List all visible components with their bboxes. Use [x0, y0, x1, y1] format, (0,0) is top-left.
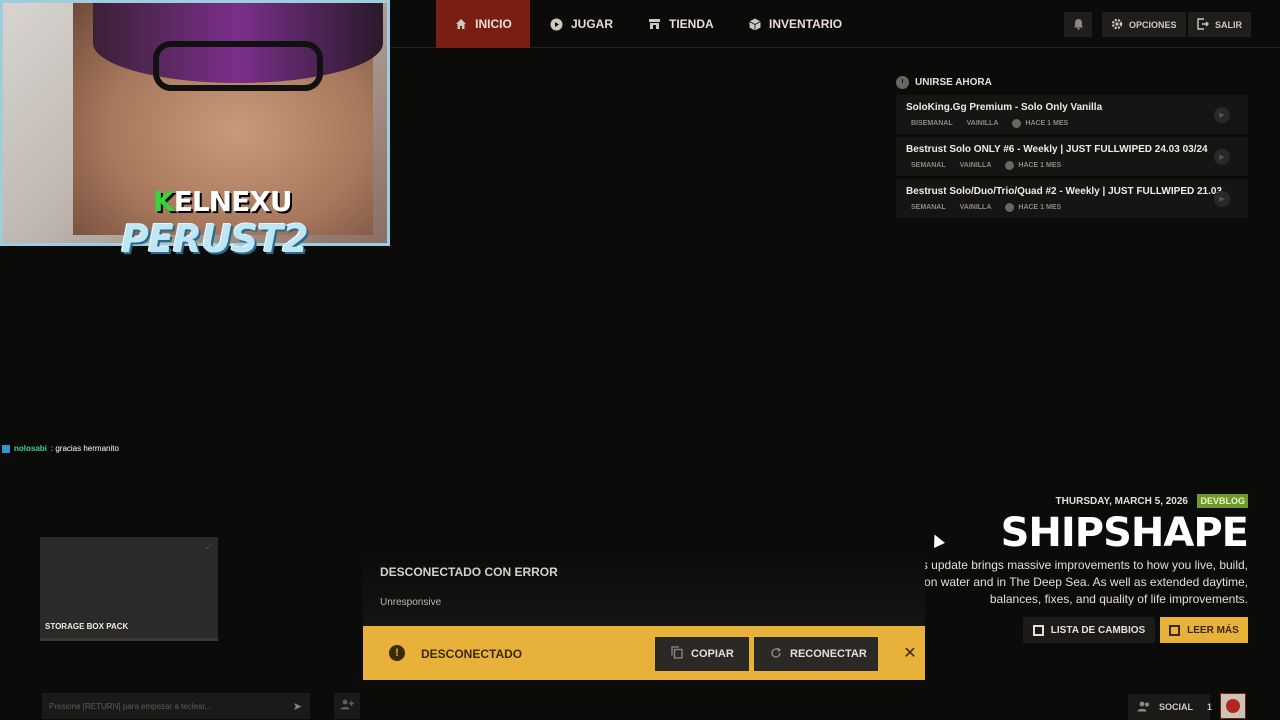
nav-label: TIENDA: [669, 17, 714, 31]
error-detail: Unresponsive: [380, 597, 442, 608]
devblog-badge: DEVBLOG: [1197, 494, 1248, 508]
social-label: SOCIAL: [1159, 702, 1194, 712]
error-title: DESCONECTADO CON ERROR: [380, 565, 558, 579]
devblog-date: THURSDAY, MARCH 5, 2026: [1055, 496, 1188, 507]
copy-icon: [671, 646, 683, 662]
server-mode: VAINILLA: [959, 204, 992, 211]
gear-icon: [1111, 18, 1123, 32]
add-friends-icon: [340, 699, 354, 713]
options-label: OPCIONES: [1129, 19, 1177, 30]
play-server-icon[interactable]: ▶: [1214, 149, 1230, 165]
read-more-button[interactable]: LEER MÁS: [1160, 617, 1248, 643]
exit-label: SALIR: [1215, 19, 1242, 30]
clock-icon: [1012, 119, 1022, 128]
server-meta: SEMANAL VAINILLA HACE 1 MES: [911, 161, 1061, 170]
server-name: Bestrust Solo/Duo/Trio/Quad #2 - Weekly …: [906, 186, 1223, 197]
nav-inventario[interactable]: INVENTARIO: [748, 0, 842, 48]
avatar[interactable]: [1220, 693, 1246, 719]
social-button[interactable]: SOCIAL 1: [1128, 694, 1213, 720]
read-more-label: LEER MÁS: [1187, 624, 1239, 636]
nav-tienda[interactable]: TIENDA: [648, 0, 714, 48]
streamer-glasses: [153, 41, 323, 91]
server-meta: BISEMANAL VAINILLA HACE 1 MES: [911, 119, 1068, 128]
social-count: 1: [1207, 702, 1213, 712]
devblog-title: SHIPSHAPE: [1000, 510, 1249, 556]
changelog-label: LISTA DE CAMBIOS: [1050, 624, 1146, 636]
server-frequency: SEMANAL: [911, 204, 946, 211]
server-row[interactable]: Bestrust Solo ONLY #6 - Weekly | JUST FU…: [896, 137, 1248, 176]
server-row[interactable]: Bestrust Solo/Duo/Trio/Quad #2 - Weekly …: [896, 179, 1248, 218]
box-icon: [748, 18, 761, 31]
error-panel: DESCONECTADO CON ERROR Unresponsive: [363, 550, 925, 626]
people-icon: [1137, 701, 1151, 714]
join-now-header: UNIRSE AHORA: [896, 76, 992, 89]
clock-icon: [1005, 161, 1015, 170]
options-button[interactable]: OPCIONES: [1102, 12, 1186, 37]
send-icon[interactable]: ➤: [293, 700, 302, 713]
copy-label: COPIAR: [691, 648, 734, 660]
close-icon[interactable]: ✕: [901, 643, 919, 662]
stream-logo-bottom: PERUST2: [121, 217, 309, 261]
webcam-overlay: KELNEXU PERUST2: [0, 0, 390, 261]
chat-badge-icon: [2, 444, 10, 453]
server-last-wipe: HACE 1 MES: [1012, 119, 1068, 128]
nav-label: JUGAR: [571, 17, 614, 31]
server-name: Bestrust Solo ONLY #6 - Weekly | JUST FU…: [906, 144, 1208, 155]
reconnect-button[interactable]: RECONECTAR: [754, 637, 878, 671]
store-icon: [648, 18, 661, 31]
server-row[interactable]: SoloKing.Gg Premium - Solo Only Vanilla …: [896, 95, 1248, 134]
alert-icon: !: [389, 645, 405, 661]
reconnect-label: RECONECTAR: [790, 648, 867, 660]
clock-icon: [896, 76, 909, 89]
mouse-cursor-icon: [929, 532, 945, 548]
copy-button[interactable]: COPIAR: [655, 637, 749, 671]
exit-button[interactable]: SALIR: [1188, 12, 1251, 37]
chat-input-bar: ➤: [42, 693, 310, 719]
play-icon: [550, 18, 563, 31]
home-icon: [454, 18, 467, 31]
server-mode: VAINILLA: [966, 120, 999, 127]
store-item-label: STORAGE BOX PACK: [45, 622, 129, 631]
server-mode: VAINILLA: [959, 162, 992, 169]
server-ago-text: HACE 1 MES: [1018, 204, 1062, 211]
chat-text: : gracias hermanito: [50, 444, 119, 453]
nav-jugar[interactable]: JUGAR: [550, 0, 613, 48]
server-last-wipe: HACE 1 MES: [1005, 203, 1061, 212]
join-now-title: UNIRSE AHORA: [915, 77, 992, 88]
bell-icon: [1073, 18, 1084, 32]
nav-label: INICIO: [475, 17, 512, 31]
play-server-icon[interactable]: ▶: [1214, 191, 1230, 207]
server-frequency: BISEMANAL: [911, 120, 953, 127]
server-frequency: SEMANAL: [911, 162, 946, 169]
clock-icon: [1005, 203, 1015, 212]
devblog-description: s update brings massive improvements to …: [921, 558, 1248, 606]
external-link-icon: [1032, 624, 1044, 636]
server-ago-text: HACE 1 MES: [1025, 120, 1069, 127]
stream-logo-top: KELNEXU: [153, 185, 293, 218]
store-item-tile[interactable]: ⤢ STORAGE BOX PACK: [40, 537, 218, 641]
chat-message: nolosabi : gracias hermanito: [2, 444, 119, 453]
server-name: SoloKing.Gg Premium - Solo Only Vanilla: [906, 102, 1103, 113]
refresh-icon: [770, 646, 782, 662]
server-ago-text: HACE 1 MES: [1018, 162, 1062, 169]
server-meta: SEMANAL VAINILLA HACE 1 MES: [911, 203, 1061, 212]
server-last-wipe: HACE 1 MES: [1005, 161, 1061, 170]
disconnect-status: DESCONECTADO: [421, 647, 523, 661]
exit-icon: [1197, 17, 1209, 32]
chat-username: nolosabi: [14, 444, 47, 453]
nav-inicio[interactable]: INICIO: [436, 0, 530, 48]
party-button[interactable]: [334, 693, 360, 719]
nav-label: INVENTARIO: [769, 17, 843, 31]
disconnect-bar: ! DESCONECTADO COPIAR RECONECTAR ✕: [363, 626, 925, 680]
play-server-icon[interactable]: ▶: [1214, 107, 1230, 123]
top-navigation: INICIO JUGAR TIENDA INVENTARIO OPCIONES …: [390, 0, 1280, 48]
notifications-button[interactable]: [1064, 12, 1092, 37]
avatar-image: [1226, 699, 1240, 713]
external-link-icon: [1169, 624, 1181, 636]
changelog-button[interactable]: LISTA DE CAMBIOS: [1023, 617, 1155, 643]
chat-input[interactable]: [49, 701, 279, 711]
expand-icon: ⤢: [205, 542, 212, 551]
